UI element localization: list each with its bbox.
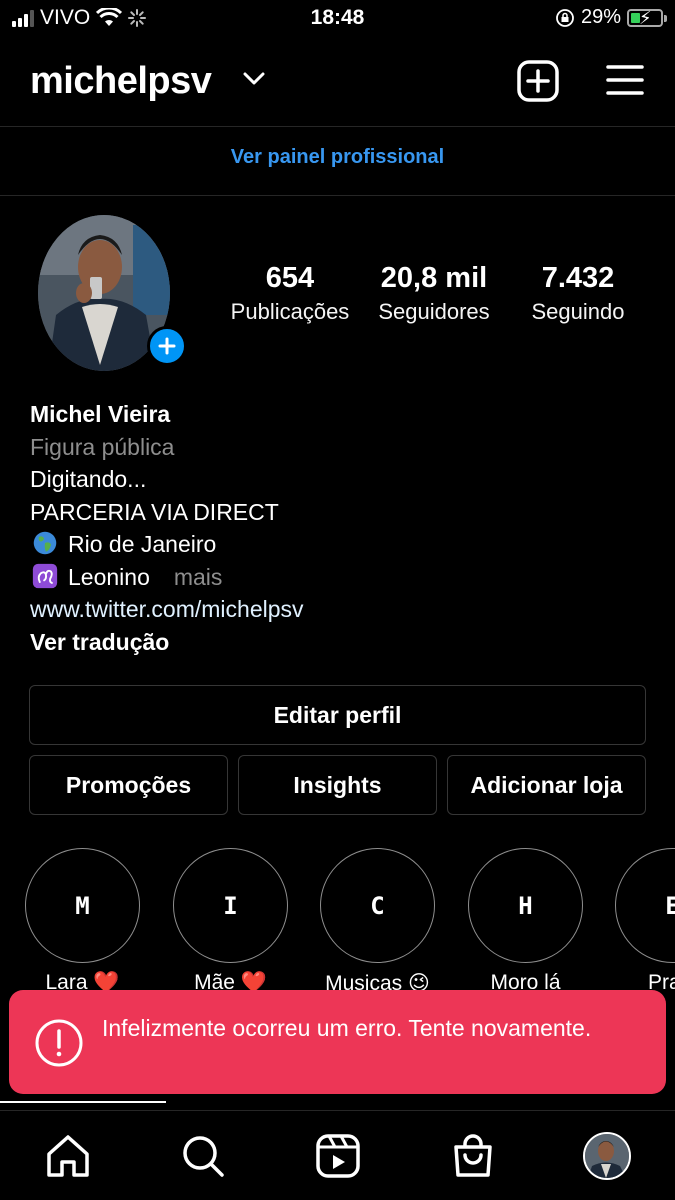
highlight-cover: C [320,848,435,963]
home-icon[interactable] [45,1133,91,1179]
highlight-cover: E [615,848,675,963]
shop-icon[interactable] [450,1133,496,1179]
story-highlight[interactable]: E Praia [615,848,675,995]
battery-percent: 29% [580,6,621,28]
more-link[interactable]: mais [174,564,223,590]
grid-tab-indicator [0,1101,166,1103]
globe-icon [33,531,57,555]
insights-button[interactable]: Insights [238,755,437,815]
chevron-down-icon[interactable] [243,72,265,86]
stat-following[interactable]: 7.432 Seguindo [512,262,644,325]
add-shop-button[interactable]: Adicionar loja [447,755,646,815]
story-highlight[interactable]: C Musicas 😉 [320,848,435,996]
following-count: 7.432 [541,262,615,294]
story-highlight[interactable]: I Mãe ❤️ [173,848,288,995]
bio-sign: Leonino mais [30,561,304,594]
stat-posts[interactable]: 654 Publicações [222,262,358,325]
posts-count: 654 [265,262,315,294]
see-translation-link[interactable]: Ver tradução [30,626,304,659]
bio-website-link[interactable]: www.twitter.com/michelpsv [30,593,304,626]
profile-tab-avatar[interactable] [583,1132,631,1180]
leo-icon [32,563,58,588]
profile-header: michelpsv [0,52,675,112]
posts-label: Publicações [230,299,350,324]
display-name: Michel Vieira [30,401,171,427]
orientation-lock-icon [556,8,574,27]
highlight-cover: I [173,848,288,963]
bio-line: Digitando... [30,466,147,492]
battery-icon: ⚡ [627,8,667,28]
highlight-cover: H [468,848,583,963]
stat-followers[interactable]: 20,8 mil Seguidores [366,262,502,325]
profile-category: Figura pública [30,433,175,460]
following-label: Seguindo [531,299,625,324]
bio-line: PARCERIA VIA DIRECT [30,498,279,525]
error-message: Infelizmente ocorreu um erro. Tente nova… [102,1015,592,1041]
menu-icon[interactable] [606,64,644,96]
username-title[interactable]: michelpsv [30,60,212,103]
story-highlight[interactable]: M Lara ❤️ [25,848,140,995]
profile-bio: Michel Vieira Figura pública Digitando..… [30,398,304,658]
search-icon[interactable] [180,1133,226,1179]
bio-location: Rio de Janeiro [30,528,304,561]
location-text: Rio de Janeiro [68,531,217,557]
plus-icon [158,337,176,355]
error-toast[interactable]: Infelizmente ocorreu um erro. Tente nova… [9,990,666,1094]
highlight-clip: E Praia [615,848,675,1008]
promotions-button[interactable]: Promoções [29,755,228,815]
status-bar: VIVO 18:48 29% ⚡ [0,0,675,38]
sign-text: Leonino [68,563,150,590]
followers-label: Seguidores [378,299,490,324]
divider [0,195,675,196]
alert-icon [35,1019,83,1067]
professional-dashboard-link[interactable]: Ver painel profissional [0,146,675,169]
edit-profile-button[interactable]: Editar perfil [29,685,646,745]
divider [0,1110,675,1111]
story-highlight[interactable]: H Moro lá [468,848,583,995]
add-story-button[interactable] [147,326,187,366]
highlight-cover: M [25,848,140,963]
reels-icon[interactable] [315,1133,361,1179]
add-post-icon[interactable] [517,60,559,102]
followers-count: 20,8 mil [380,262,488,294]
divider [0,126,675,127]
